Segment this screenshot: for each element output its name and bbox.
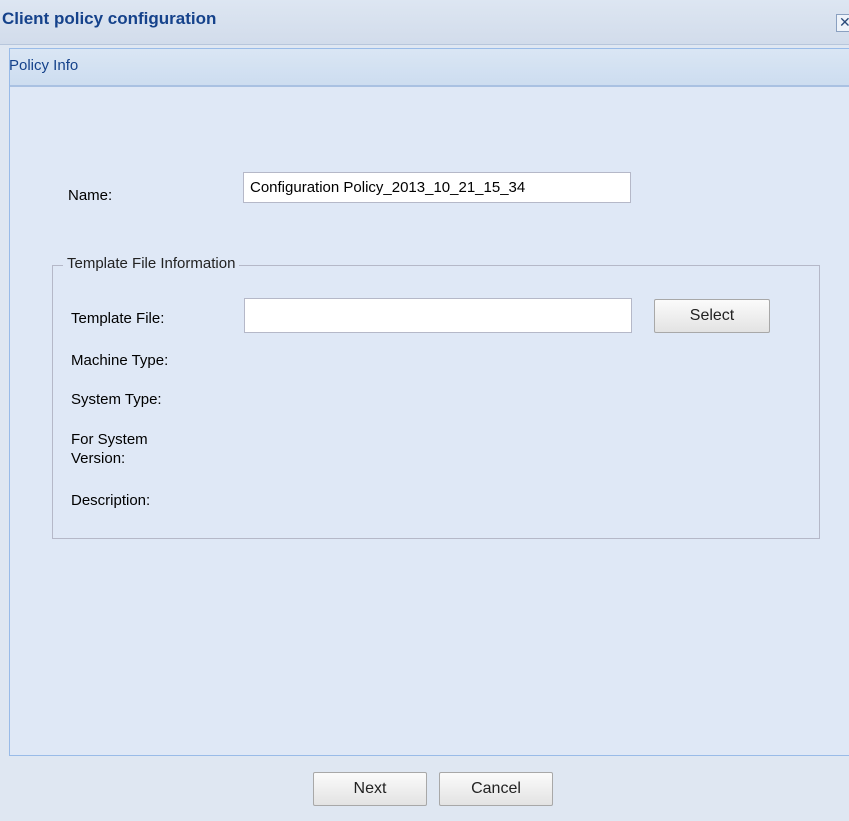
system-version-label: For System Version: xyxy=(71,431,148,467)
panel-header: Policy Info xyxy=(9,49,849,87)
machine-type-label: Machine Type: xyxy=(71,352,169,369)
dialog-titlebar[interactable]: Client policy configuration ✕ xyxy=(0,0,849,45)
name-label: Name: xyxy=(68,187,113,204)
description-label: Description: xyxy=(71,492,151,509)
template-file-fieldset: Template File Information Template File:… xyxy=(52,255,820,539)
dialog-title: Client policy configuration xyxy=(2,9,217,28)
template-file-legend: Template File Information xyxy=(63,255,240,272)
template-file-input[interactable] xyxy=(244,298,632,333)
system-type-label: System Type: xyxy=(71,391,162,408)
select-button[interactable]: Select xyxy=(654,299,770,333)
dialog-footer: Next Cancel xyxy=(0,758,849,821)
name-input[interactable] xyxy=(243,172,631,203)
template-file-label: Template File: xyxy=(71,310,165,327)
cancel-button[interactable]: Cancel xyxy=(439,772,553,806)
panel-body: Name: Template File Information Template… xyxy=(10,87,849,755)
panel-title: Policy Info xyxy=(9,57,79,74)
next-button[interactable]: Next xyxy=(313,772,427,806)
close-icon[interactable]: ✕ xyxy=(836,14,849,32)
policy-info-panel: Policy Info Name: Template File Informat… xyxy=(9,48,849,756)
policy-dialog: Client policy configuration ✕ Policy Inf… xyxy=(0,0,849,821)
